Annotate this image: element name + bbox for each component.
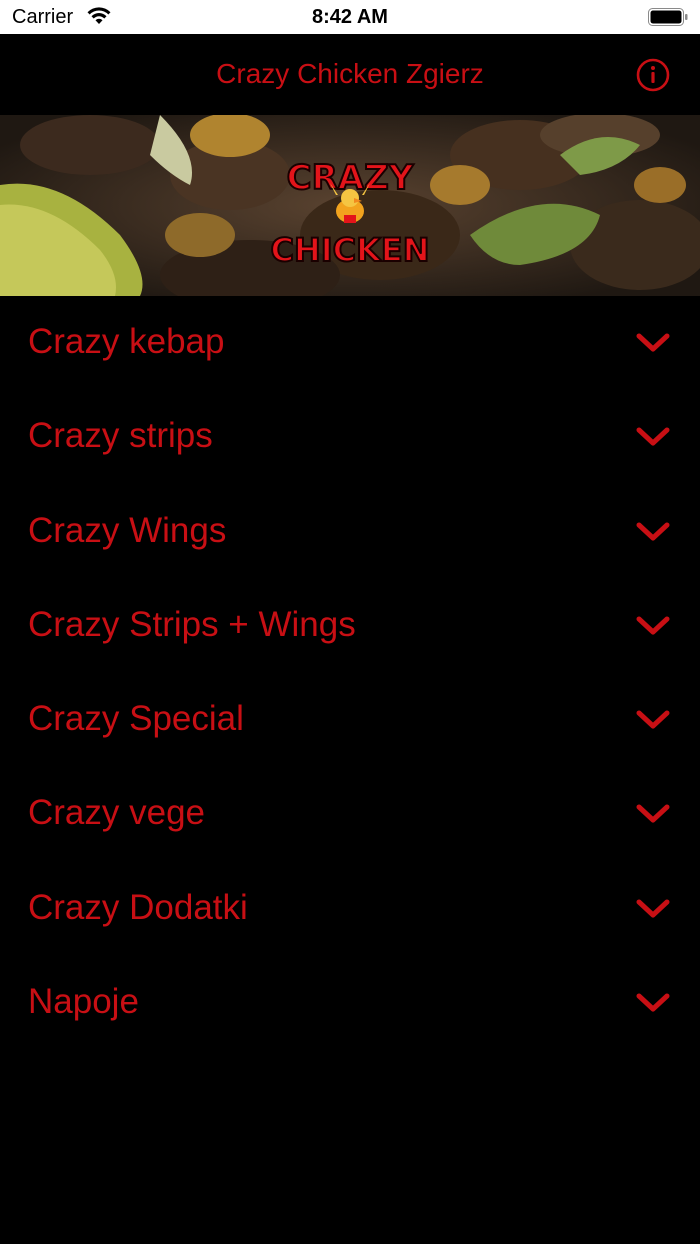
category-row-crazy-special[interactable]: Crazy Special — [0, 673, 700, 767]
chevron-down-icon — [636, 899, 670, 918]
category-row-crazy-kebap[interactable]: Crazy kebap — [0, 296, 700, 390]
info-icon[interactable] — [636, 58, 670, 92]
navigation-bar: Crazy Chicken Zgierz — [0, 34, 700, 115]
svg-text:CHICKEN: CHICKEN — [270, 231, 429, 269]
chevron-down-icon — [636, 616, 670, 635]
category-row-crazy-dodatki[interactable]: Crazy Dodatki — [0, 862, 700, 956]
category-label: Crazy strips — [28, 416, 213, 456]
status-bar: Carrier 8:42 AM — [0, 0, 700, 34]
status-time: 8:42 AM — [312, 6, 388, 28]
crazy-chicken-logo: CRAZY CHICKEN — [270, 157, 430, 270]
header-banner-image: CRAZY CHICKEN — [0, 115, 700, 296]
category-row-crazy-wings[interactable]: Crazy Wings — [0, 485, 700, 579]
chevron-down-icon — [636, 710, 670, 729]
category-label: Crazy Wings — [28, 510, 227, 550]
category-row-napoje[interactable]: Napoje — [0, 956, 700, 1050]
category-label: Crazy Special — [28, 699, 244, 739]
page-title: Crazy Chicken Zgierz — [216, 58, 484, 89]
category-label: Crazy Dodatki — [28, 887, 248, 927]
category-row-crazy-vege[interactable]: Crazy vege — [0, 767, 700, 861]
category-label: Napoje — [28, 982, 139, 1022]
category-row-crazy-strips[interactable]: Crazy strips — [0, 390, 700, 484]
category-label: Crazy Strips + Wings — [28, 604, 356, 644]
battery-icon — [648, 8, 688, 26]
chevron-down-icon — [636, 993, 670, 1012]
category-list: Crazy kebap Crazy strips Crazy Wings Cra… — [0, 296, 700, 1050]
chevron-down-icon — [636, 427, 670, 446]
chevron-down-icon — [636, 804, 670, 823]
chevron-down-icon — [636, 333, 670, 352]
chevron-down-icon — [636, 522, 670, 541]
category-label: Crazy vege — [28, 793, 206, 833]
category-label: Crazy kebap — [28, 322, 225, 361]
category-row-crazy-strips-wings[interactable]: Crazy Strips + Wings — [0, 579, 700, 673]
